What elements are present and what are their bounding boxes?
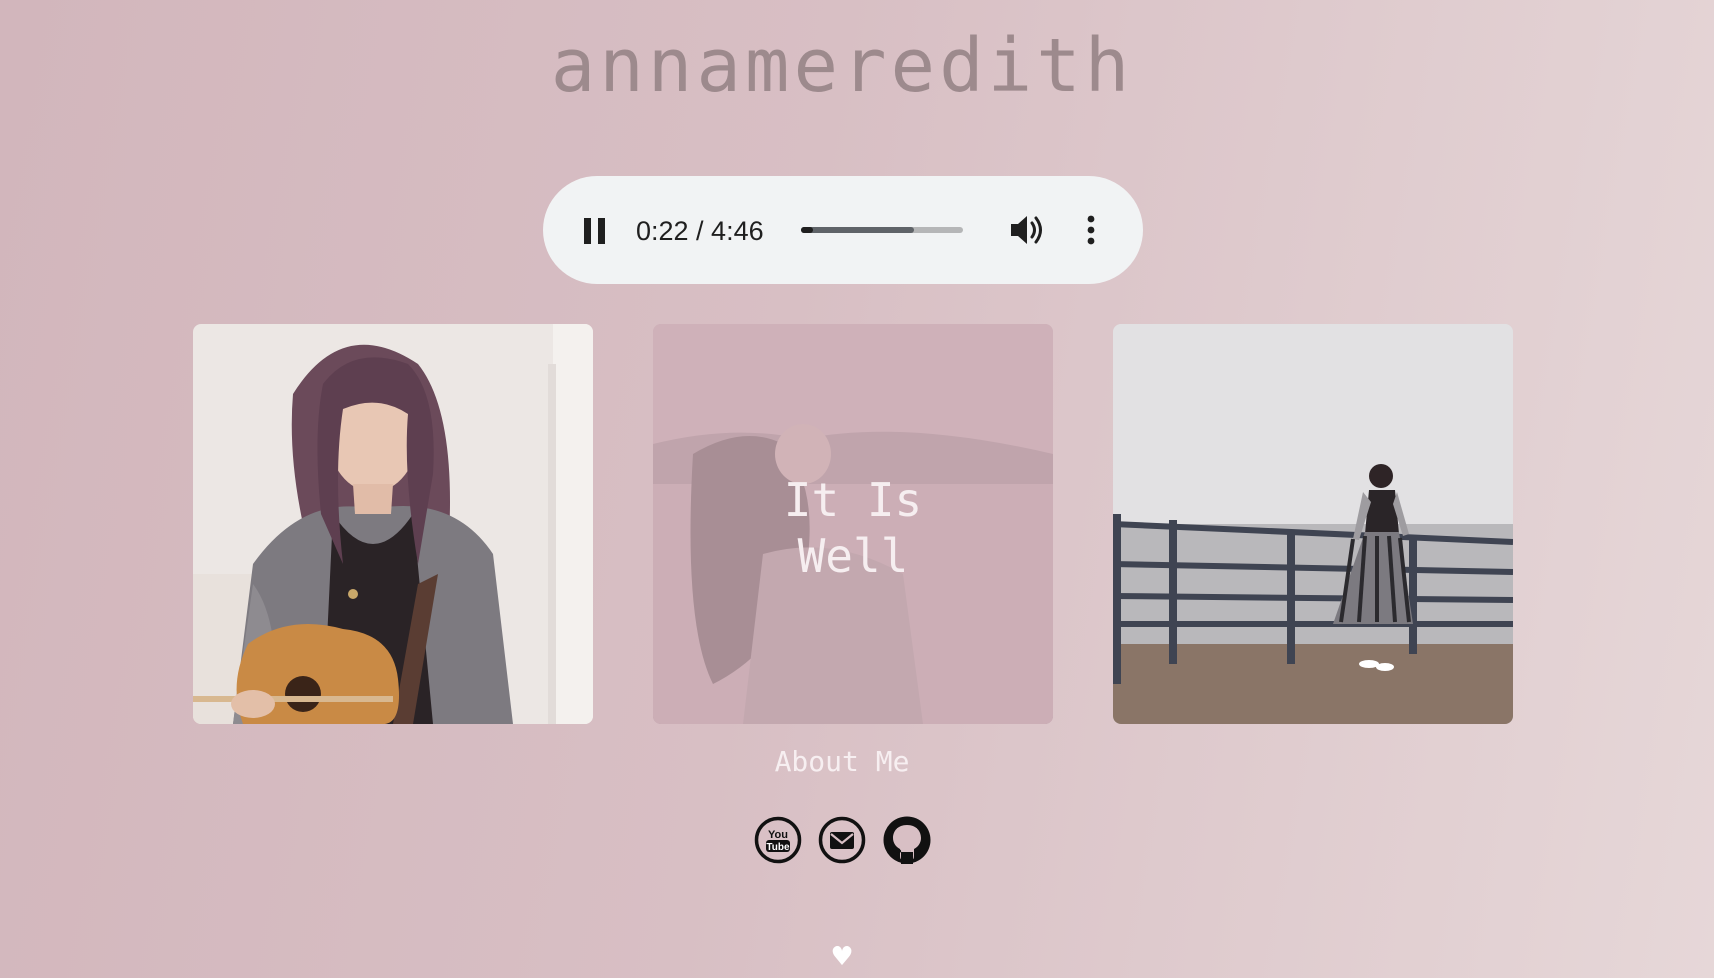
more-vert-icon <box>1087 215 1095 245</box>
mail-icon <box>818 816 866 864</box>
photo-card-guitar <box>193 324 593 724</box>
photo-card-pier <box>1113 324 1513 724</box>
github-icon <box>883 816 931 864</box>
email-link[interactable] <box>818 816 866 864</box>
player-progress-slider[interactable] <box>801 223 963 237</box>
photo-card-it-is-well[interactable]: It Is Well <box>653 324 1053 724</box>
pier-photo <box>1113 324 1513 724</box>
github-link[interactable] <box>883 816 931 864</box>
song-title-caption: It Is Well <box>783 473 923 583</box>
player-time-display: 0:22 / 4:46 <box>636 216 764 246</box>
youtube-text-bottom: Tube <box>766 842 790 853</box>
pause-icon <box>584 218 591 244</box>
player-menu-button[interactable] <box>1080 212 1102 248</box>
youtube-link[interactable]: You Tube <box>754 816 802 864</box>
guitar-portrait-photo <box>193 324 593 724</box>
progress-played <box>801 227 813 233</box>
volume-icon <box>1011 216 1042 244</box>
progress-buffered <box>801 227 914 233</box>
volume-button[interactable] <box>1008 212 1046 248</box>
heart-icon: ♥ <box>830 942 854 972</box>
about-me-link[interactable]: About Me <box>0 744 1684 780</box>
pause-icon-bar <box>598 218 605 244</box>
pause-button[interactable] <box>580 214 610 248</box>
site-title: annameredith <box>550 23 1134 109</box>
youtube-icon: You Tube <box>754 816 802 864</box>
youtube-text-top: You <box>768 829 788 841</box>
